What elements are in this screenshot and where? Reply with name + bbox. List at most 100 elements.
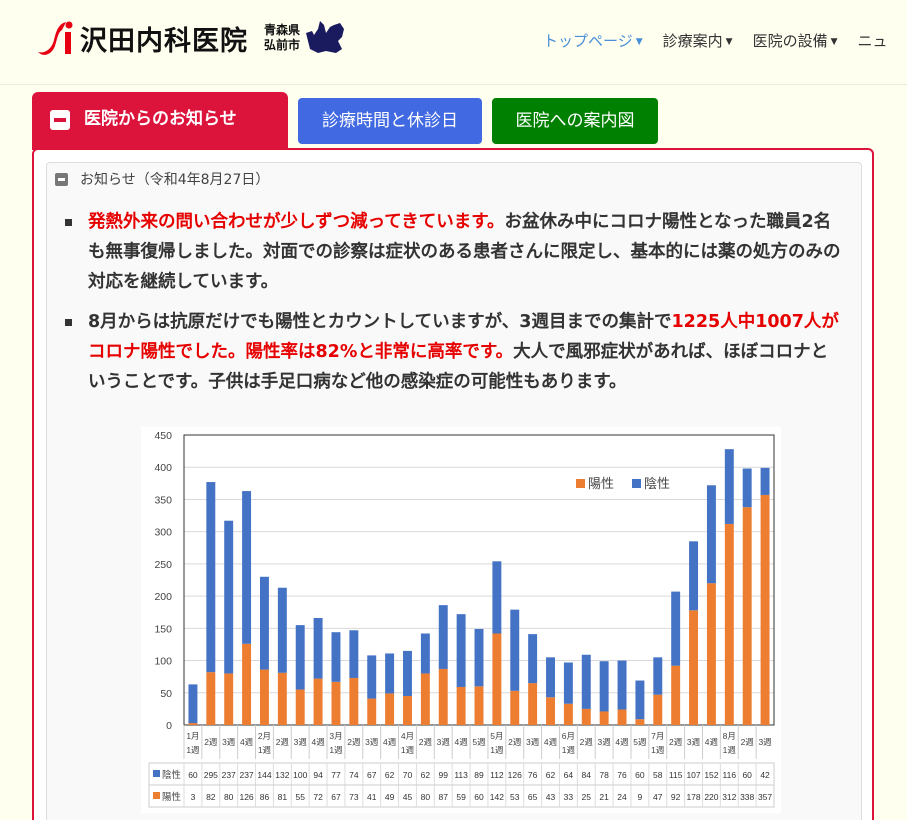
table-value: 59 — [456, 792, 466, 802]
table-value: 144 — [257, 770, 271, 780]
news-panel: お知らせ（令和4年8月27日） 発熱外来の問い合わせが少しずつ減ってきています。… — [32, 148, 874, 820]
x-tick-label: 4週 — [240, 737, 254, 747]
nav-facilities[interactable]: 医院の設備 ▼ — [753, 30, 838, 51]
tab-clinic-news[interactable]: 医院からのお知らせ — [32, 92, 288, 150]
table-value: 62 — [385, 770, 395, 780]
bar-negative — [259, 576, 269, 670]
bar-positive — [492, 633, 502, 725]
x-tick-label: 5週 — [633, 737, 647, 747]
bar-positive — [313, 678, 323, 725]
bar-positive — [403, 696, 412, 725]
chevron-down-icon: ▼ — [830, 36, 838, 47]
x-tick-label: 1週 — [723, 745, 737, 755]
table-value: 49 — [385, 792, 395, 802]
bar-negative — [456, 614, 466, 687]
bar-negative — [617, 660, 627, 710]
table-value: 82 — [206, 792, 216, 802]
table-value: 72 — [313, 792, 323, 802]
x-tick-label: 1週 — [186, 745, 200, 755]
notice-header[interactable]: お知らせ（令和4年8月27日） — [55, 169, 269, 189]
table-value: 115 — [669, 770, 683, 780]
site-logo[interactable]: 沢田内科医院 青森県 弘前市 — [36, 18, 346, 58]
x-tick-label: 7月 — [651, 731, 664, 741]
nav-news-label: ニュ — [857, 32, 888, 50]
x-tick-label: 3週 — [687, 737, 701, 747]
bar-negative — [546, 657, 555, 698]
chevron-down-icon: ▼ — [725, 36, 733, 47]
x-tick-label: 2週 — [741, 737, 755, 747]
bar-negative — [724, 449, 734, 524]
tab-hours-holidays[interactable]: 診療時間と休診日 — [298, 98, 482, 144]
bar-positive — [742, 507, 752, 725]
bar-negative — [349, 630, 359, 678]
bar-negative — [635, 680, 645, 720]
table-value: 126 — [508, 770, 522, 780]
x-tick-label: 2週 — [580, 737, 594, 747]
x-tick-label: 1週 — [258, 745, 272, 755]
table-value: 152 — [704, 770, 718, 780]
tab-directions[interactable]: 医院への案内図 — [492, 98, 658, 144]
aomori-map-icon — [306, 21, 345, 53]
x-tick-label: 3週 — [365, 737, 379, 747]
table-value: 112 — [490, 770, 504, 780]
table-value: 220 — [704, 792, 718, 802]
table-value: 86 — [260, 792, 270, 802]
x-tick-label: 4週 — [455, 737, 469, 747]
table-value: 60 — [635, 770, 645, 780]
nav-news[interactable]: ニュ — [858, 30, 888, 51]
bar-positive — [546, 697, 555, 725]
table-value: 43 — [546, 792, 556, 802]
table-value: 89 — [474, 770, 484, 780]
x-tick-label: 2週 — [419, 737, 433, 747]
table-value: 65 — [528, 792, 538, 802]
table-value: 142 — [490, 792, 504, 802]
y-tick-label: 200 — [154, 591, 172, 603]
table-value: 60 — [742, 770, 752, 780]
table-value: 99 — [439, 770, 449, 780]
table-value: 237 — [239, 770, 253, 780]
bar-negative — [653, 657, 663, 695]
x-tick-label: 8月 — [723, 731, 736, 741]
collapse-icon[interactable] — [55, 172, 68, 186]
bar-negative — [242, 491, 252, 644]
y-tick-label: 50 — [160, 688, 172, 700]
bar-negative — [188, 684, 198, 724]
nav-top-page[interactable]: トップページ ▼ — [543, 30, 643, 51]
table-value: 76 — [528, 770, 538, 780]
bar-negative — [313, 618, 323, 679]
notice-item: 発熱外来の問い合わせが少しずつ減ってきています。お盆休み中にコロナ陽性となった職… — [62, 207, 842, 297]
table-value: 237 — [222, 770, 236, 780]
logo-city: 弘前市 — [264, 38, 301, 52]
table-value: 73 — [349, 792, 359, 802]
table-value: 33 — [564, 792, 574, 802]
bar-negative — [206, 482, 216, 673]
logo-place: 青森県 弘前市 — [264, 23, 300, 53]
bar-negative — [492, 561, 502, 634]
table-value: 77 — [331, 770, 341, 780]
x-tick-label: 4月 — [401, 731, 414, 741]
site-header: 沢田内科医院 青森県 弘前市 トップページ ▼ 診療案内 ▼ 医院の設備 ▼ ニュ — [0, 0, 907, 85]
bar-positive — [277, 672, 287, 725]
bar-positive — [510, 690, 520, 725]
table-value: 107 — [686, 770, 700, 780]
notice-box: お知らせ（令和4年8月27日） 発熱外来の問い合わせが少しずつ減ってきています。… — [46, 162, 862, 820]
bar-positive — [331, 681, 341, 725]
x-tick-label: 2週 — [276, 737, 290, 747]
nav-clinic-guide[interactable]: 診療案内 ▼ — [663, 30, 733, 51]
x-tick-label: 4週 — [615, 737, 629, 747]
bar-positive — [599, 711, 609, 725]
table-value: 81 — [278, 792, 288, 802]
table-value: 74 — [349, 770, 359, 780]
table-value: 53 — [510, 792, 520, 802]
bar-negative — [385, 653, 395, 694]
table-value: 62 — [546, 770, 556, 780]
x-tick-label: 6月 — [562, 731, 575, 741]
bar-positive — [617, 709, 627, 725]
x-tick-label: 3週 — [598, 737, 612, 747]
table-value: 45 — [403, 792, 413, 802]
y-tick-label: 350 — [154, 494, 172, 506]
y-tick-label: 400 — [154, 462, 172, 474]
bar-negative — [581, 654, 591, 709]
legend-key-negative — [632, 479, 641, 488]
x-tick-label: 2週 — [347, 737, 361, 747]
